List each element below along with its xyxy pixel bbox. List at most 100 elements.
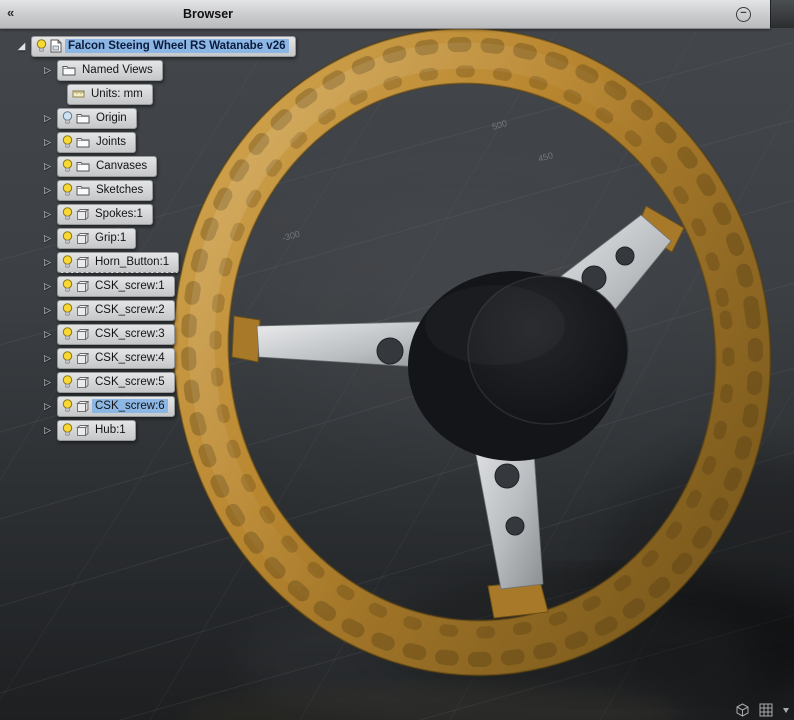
lightbulb-on-icon[interactable] — [62, 399, 73, 413]
lightbulb-on-icon[interactable] — [62, 135, 73, 149]
collapsed-arrow-icon[interactable]: ▷ — [40, 209, 55, 220]
tree-item-chip[interactable]: CSK_screw:6 — [57, 395, 175, 417]
tree-item-label[interactable]: CSK_screw:1 — [92, 279, 168, 293]
tree-item-chip[interactable]: Spokes:1 — [57, 203, 153, 225]
collapsed-arrow-icon[interactable]: ▷ — [40, 161, 55, 172]
lightbulb-on-icon[interactable] — [62, 255, 73, 269]
tree-row[interactable]: ▷ Horn_Button:1 — [40, 251, 180, 273]
steering-wheel-hub[interactable] — [408, 271, 629, 461]
collapsed-arrow-icon[interactable]: ▷ — [40, 329, 55, 340]
tree-row[interactable]: ▷ CSK_screw:6 — [40, 395, 175, 417]
tree-row[interactable]: ▷ Grip:1 — [40, 227, 137, 249]
collapsed-arrow-icon[interactable]: ▷ — [40, 113, 55, 124]
tree-item-label[interactable]: Sketches — [93, 183, 146, 197]
tree-item-label[interactable]: Spokes:1 — [92, 207, 146, 221]
collapsed-arrow-icon[interactable]: ▷ — [40, 185, 55, 196]
tree-row[interactable]: ▷ Sketches — [40, 179, 154, 201]
collapsed-arrow-icon[interactable]: ▷ — [40, 353, 55, 364]
tree-item-chip[interactable]: CSK_screw:3 — [57, 323, 175, 345]
design-document-icon — [50, 39, 62, 53]
collapsed-arrow-icon[interactable]: ▷ — [40, 377, 55, 388]
component-icon — [76, 256, 89, 268]
lightbulb-on-icon[interactable] — [62, 327, 73, 341]
tree-item-chip[interactable]: Canvases — [57, 155, 158, 177]
tree-item-label[interactable]: Canvases — [93, 159, 150, 173]
lightbulb-off-icon[interactable] — [62, 111, 73, 125]
tree-item-label[interactable]: CSK_screw:3 — [92, 327, 168, 341]
tree-item-label[interactable]: Falcon Steeing Wheel RS Watanabe v26 — [65, 39, 289, 53]
tree-row[interactable]: ▷ CSK_screw:3 — [40, 323, 175, 345]
lightbulb-on-icon[interactable] — [62, 303, 73, 317]
nav-cube-icon[interactable] — [734, 701, 751, 718]
tree-item-label[interactable]: CSK_screw:2 — [92, 303, 168, 317]
collapsed-arrow-icon[interactable]: ▷ — [40, 257, 55, 268]
component-icon — [76, 376, 89, 388]
expanded-arrow-icon[interactable]: ◢ — [14, 41, 29, 52]
tree-item-chip[interactable]: Horn_Button:1 — [57, 251, 180, 273]
tree-item-chip[interactable]: Grip:1 — [57, 227, 137, 249]
component-icon — [76, 400, 89, 412]
tree-item-chip[interactable]: CSK_screw:1 — [57, 275, 175, 297]
tree-item-chip[interactable]: Sketches — [57, 179, 154, 201]
collapsed-arrow-icon[interactable]: ▷ — [40, 137, 55, 148]
tree-row[interactable]: ▷ Joints — [40, 131, 137, 153]
tree-row[interactable]: ▷ Origin — [40, 107, 137, 129]
collapsed-arrow-icon[interactable]: ▷ — [40, 401, 55, 412]
collapsed-arrow-icon[interactable]: ▷ — [40, 305, 55, 316]
collapsed-arrow-icon[interactable]: ▷ — [40, 281, 55, 292]
folder-icon — [76, 138, 90, 148]
lightbulb-on-icon[interactable] — [62, 159, 73, 173]
tree-item-label[interactable]: CSK_screw:4 — [92, 351, 168, 365]
tree-item-chip[interactable]: Named Views — [57, 59, 163, 81]
tree-item-chip[interactable]: Hub:1 — [57, 419, 136, 441]
tree-item-label[interactable]: Joints — [93, 135, 129, 149]
folder-icon — [76, 186, 90, 196]
header-corner — [770, 0, 794, 28]
tree-item-chip[interactable]: CSK_screw:5 — [57, 371, 175, 393]
tree-item-label[interactable]: Units: mm — [88, 87, 146, 101]
units-ruler-icon — [72, 90, 85, 98]
tree-row[interactable]: ▷ CSK_screw:1 — [40, 275, 175, 297]
collapsed-arrow-icon[interactable]: ▷ — [40, 65, 55, 76]
component-icon — [76, 304, 89, 316]
tree-row[interactable]: ▷ Hub:1 — [40, 419, 136, 441]
tree-item-chip[interactable]: Joints — [57, 131, 137, 153]
component-icon — [76, 328, 89, 340]
lightbulb-on-icon[interactable] — [62, 183, 73, 197]
tree-item-label[interactable]: Origin — [93, 111, 130, 125]
tree-row[interactable]: ▷ CSK_screw:4 — [40, 347, 175, 369]
tree-item-label[interactable]: Hub:1 — [92, 423, 129, 437]
nav-grid-icon[interactable] — [758, 702, 774, 718]
browser-tree: ◢ Falcon Steeing Wheel RS Watanabe v26 ▷ Na… — [0, 0, 430, 470]
tree-row[interactable]: ▷ Named Views — [40, 59, 163, 81]
tree-item-chip[interactable]: Falcon Steeing Wheel RS Watanabe v26 — [31, 35, 296, 57]
tree-row[interactable]: ▷ Canvases — [40, 155, 158, 177]
tree-item-chip[interactable]: Origin — [57, 107, 137, 129]
lightbulb-on-icon[interactable] — [62, 279, 73, 293]
lightbulb-on-icon[interactable] — [62, 375, 73, 389]
tree-item-label[interactable]: CSK_screw:5 — [92, 375, 168, 389]
component-icon — [76, 232, 89, 244]
tree-row[interactable]: ▷ CSK_screw:5 — [40, 371, 175, 393]
tree-row[interactable]: ▷ CSK_screw:2 — [40, 299, 175, 321]
tree-item-chip[interactable]: CSK_screw:2 — [57, 299, 175, 321]
collapsed-arrow-icon[interactable]: ▷ — [40, 425, 55, 436]
lightbulb-on-icon[interactable] — [62, 231, 73, 245]
tree-row[interactable]: ◢ Falcon Steeing Wheel RS Watanabe v26 — [14, 35, 296, 57]
lightbulb-on-icon[interactable] — [62, 423, 73, 437]
nav-chevron-icon[interactable] — [781, 705, 791, 715]
tree-item-chip[interactable]: Units: mm — [67, 83, 153, 105]
tree-item-label[interactable]: Horn_Button:1 — [92, 255, 172, 269]
tree-item-chip[interactable]: CSK_screw:4 — [57, 347, 175, 369]
tree-row[interactable]: Units: mm — [40, 83, 153, 105]
lightbulb-on-icon[interactable] — [62, 351, 73, 365]
collapsed-arrow-icon[interactable]: ▷ — [40, 233, 55, 244]
minimize-panel-icon[interactable]: − — [736, 7, 751, 22]
tree-item-label[interactable]: Named Views — [79, 63, 156, 77]
component-icon — [76, 424, 89, 436]
tree-item-label[interactable]: Grip:1 — [92, 231, 129, 245]
tree-row[interactable]: ▷ Spokes:1 — [40, 203, 153, 225]
lightbulb-on-icon[interactable] — [62, 207, 73, 221]
lightbulb-on-icon[interactable] — [36, 39, 47, 53]
tree-item-label[interactable]: CSK_screw:6 — [92, 399, 168, 413]
